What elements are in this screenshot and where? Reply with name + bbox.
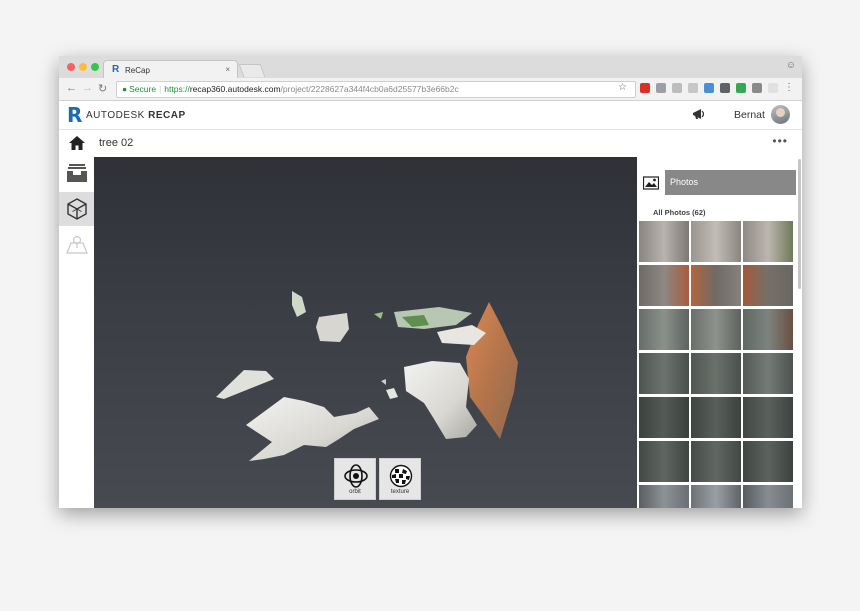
url-separator: | xyxy=(159,84,162,94)
app-header: R AUTODESK RECAP Bernat xyxy=(59,101,802,130)
lock-icon: ● xyxy=(122,84,128,94)
sidebar-item-inbox[interactable] xyxy=(59,157,94,191)
browser-toolbar: ← → ↻ ● Secure | https://recap360.autodesk.… xyxy=(59,78,802,101)
photos-panel: Photos All Photos (62) xyxy=(637,157,802,508)
brand-name: AUTODESK RECAP xyxy=(86,110,186,121)
image-icon[interactable] xyxy=(643,175,659,191)
tab-title: ReCap xyxy=(125,66,150,75)
tab-photos[interactable]: Photos xyxy=(665,170,796,195)
username[interactable]: Bernat xyxy=(734,109,765,121)
map-pin-icon xyxy=(66,235,88,254)
photo-thumbnail[interactable] xyxy=(639,221,689,262)
new-tab-button[interactable] xyxy=(238,64,266,77)
cube-icon xyxy=(67,198,87,220)
extension-icon[interactable] xyxy=(672,83,682,93)
extension-icon[interactable] xyxy=(720,83,730,93)
left-sidebar xyxy=(59,157,95,508)
extension-icon[interactable] xyxy=(752,83,762,93)
avatar[interactable] xyxy=(771,105,790,124)
close-window-button[interactable] xyxy=(67,63,75,71)
secure-label: Secure xyxy=(129,84,157,94)
autodesk-logo-icon[interactable]: R xyxy=(67,103,82,127)
project-bar: tree 02 ••• xyxy=(59,130,802,157)
panel-scrollbar[interactable] xyxy=(798,159,801,289)
photo-thumbnail[interactable] xyxy=(639,309,689,350)
photo-thumbnail[interactable] xyxy=(639,397,689,438)
extension-icon[interactable] xyxy=(768,83,778,93)
url-path: /project/2228627a344f4cb0a6d25577b3e66b2… xyxy=(280,84,459,94)
megaphone-icon[interactable] xyxy=(691,106,707,122)
recap-favicon-icon: R xyxy=(112,64,120,75)
photo-thumbnail[interactable] xyxy=(743,309,793,350)
tab-close-icon[interactable]: × xyxy=(225,65,230,74)
home-icon[interactable] xyxy=(69,136,85,150)
photo-thumbnail[interactable] xyxy=(691,221,741,262)
maximize-window-button[interactable] xyxy=(91,63,99,71)
url-protocol: https:// xyxy=(164,84,190,94)
orbit-button[interactable]: orbit xyxy=(334,458,376,500)
minimize-window-button[interactable] xyxy=(79,63,87,71)
photo-thumbnail[interactable] xyxy=(743,265,793,306)
photo-thumbnail[interactable] xyxy=(743,441,793,482)
photo-thumbnail[interactable] xyxy=(639,441,689,482)
3d-viewport[interactable]: orbit texture xyxy=(94,157,637,508)
extension-icon[interactable] xyxy=(640,83,650,93)
browser-tab-recap[interactable]: R ReCap × xyxy=(103,60,238,78)
photo-thumbnail[interactable] xyxy=(639,485,689,508)
photo-thumbnail[interactable] xyxy=(743,353,793,394)
photo-thumbnail[interactable] xyxy=(691,397,741,438)
reload-icon[interactable]: ↻ xyxy=(98,82,107,95)
orbit-label: orbit xyxy=(349,489,361,495)
address-bar[interactable]: ● Secure | https://recap360.autodesk.com/pr… xyxy=(116,81,636,98)
browser-profile-icon[interactable]: ☺ xyxy=(786,60,796,71)
more-options-icon[interactable]: ••• xyxy=(772,134,788,148)
texture-label: texture xyxy=(390,489,410,495)
tree-mesh-render xyxy=(216,291,518,461)
forward-arrow-icon[interactable]: → xyxy=(82,82,93,94)
project-title: tree 02 xyxy=(99,137,134,149)
photo-thumbnail[interactable] xyxy=(691,265,741,306)
inbox-tray-icon xyxy=(67,164,87,182)
url-host: recap360.autodesk.com xyxy=(189,84,281,94)
all-photos-heading[interactable]: All Photos (62) xyxy=(653,208,706,217)
bookmark-star-icon[interactable]: ☆ xyxy=(618,82,627,93)
browser-window: R ReCap × ☺ ← → ↻ ● Secure | https://recap3… xyxy=(59,56,802,508)
browser-tab-bar: R ReCap × ☺ xyxy=(59,56,802,79)
texture-icon xyxy=(389,464,413,488)
extension-icon[interactable] xyxy=(704,83,714,93)
extension-icon[interactable] xyxy=(688,83,698,93)
browser-menu-icon[interactable]: ⋮ xyxy=(784,82,794,93)
photo-thumbnail[interactable] xyxy=(743,221,793,262)
photo-thumbnail[interactable] xyxy=(639,265,689,306)
extension-icon[interactable] xyxy=(736,83,746,93)
texture-button[interactable]: texture xyxy=(379,458,421,500)
photo-thumbnail[interactable] xyxy=(691,485,741,508)
back-arrow-icon[interactable]: ← xyxy=(66,82,77,94)
photo-thumbnail[interactable] xyxy=(691,441,741,482)
photo-thumbnail[interactable] xyxy=(691,353,741,394)
orbit-icon xyxy=(344,464,368,488)
photo-thumbnail[interactable] xyxy=(639,353,689,394)
photo-thumbnail[interactable] xyxy=(743,485,793,508)
sidebar-item-3d-model[interactable] xyxy=(59,192,94,226)
brand-product: RECAP xyxy=(148,110,186,121)
photo-thumbnail[interactable] xyxy=(743,397,793,438)
photo-thumbnail[interactable] xyxy=(691,309,741,350)
sidebar-item-map[interactable] xyxy=(59,227,94,261)
brand-prefix: AUTODESK xyxy=(86,110,145,121)
extension-icon[interactable] xyxy=(656,83,666,93)
